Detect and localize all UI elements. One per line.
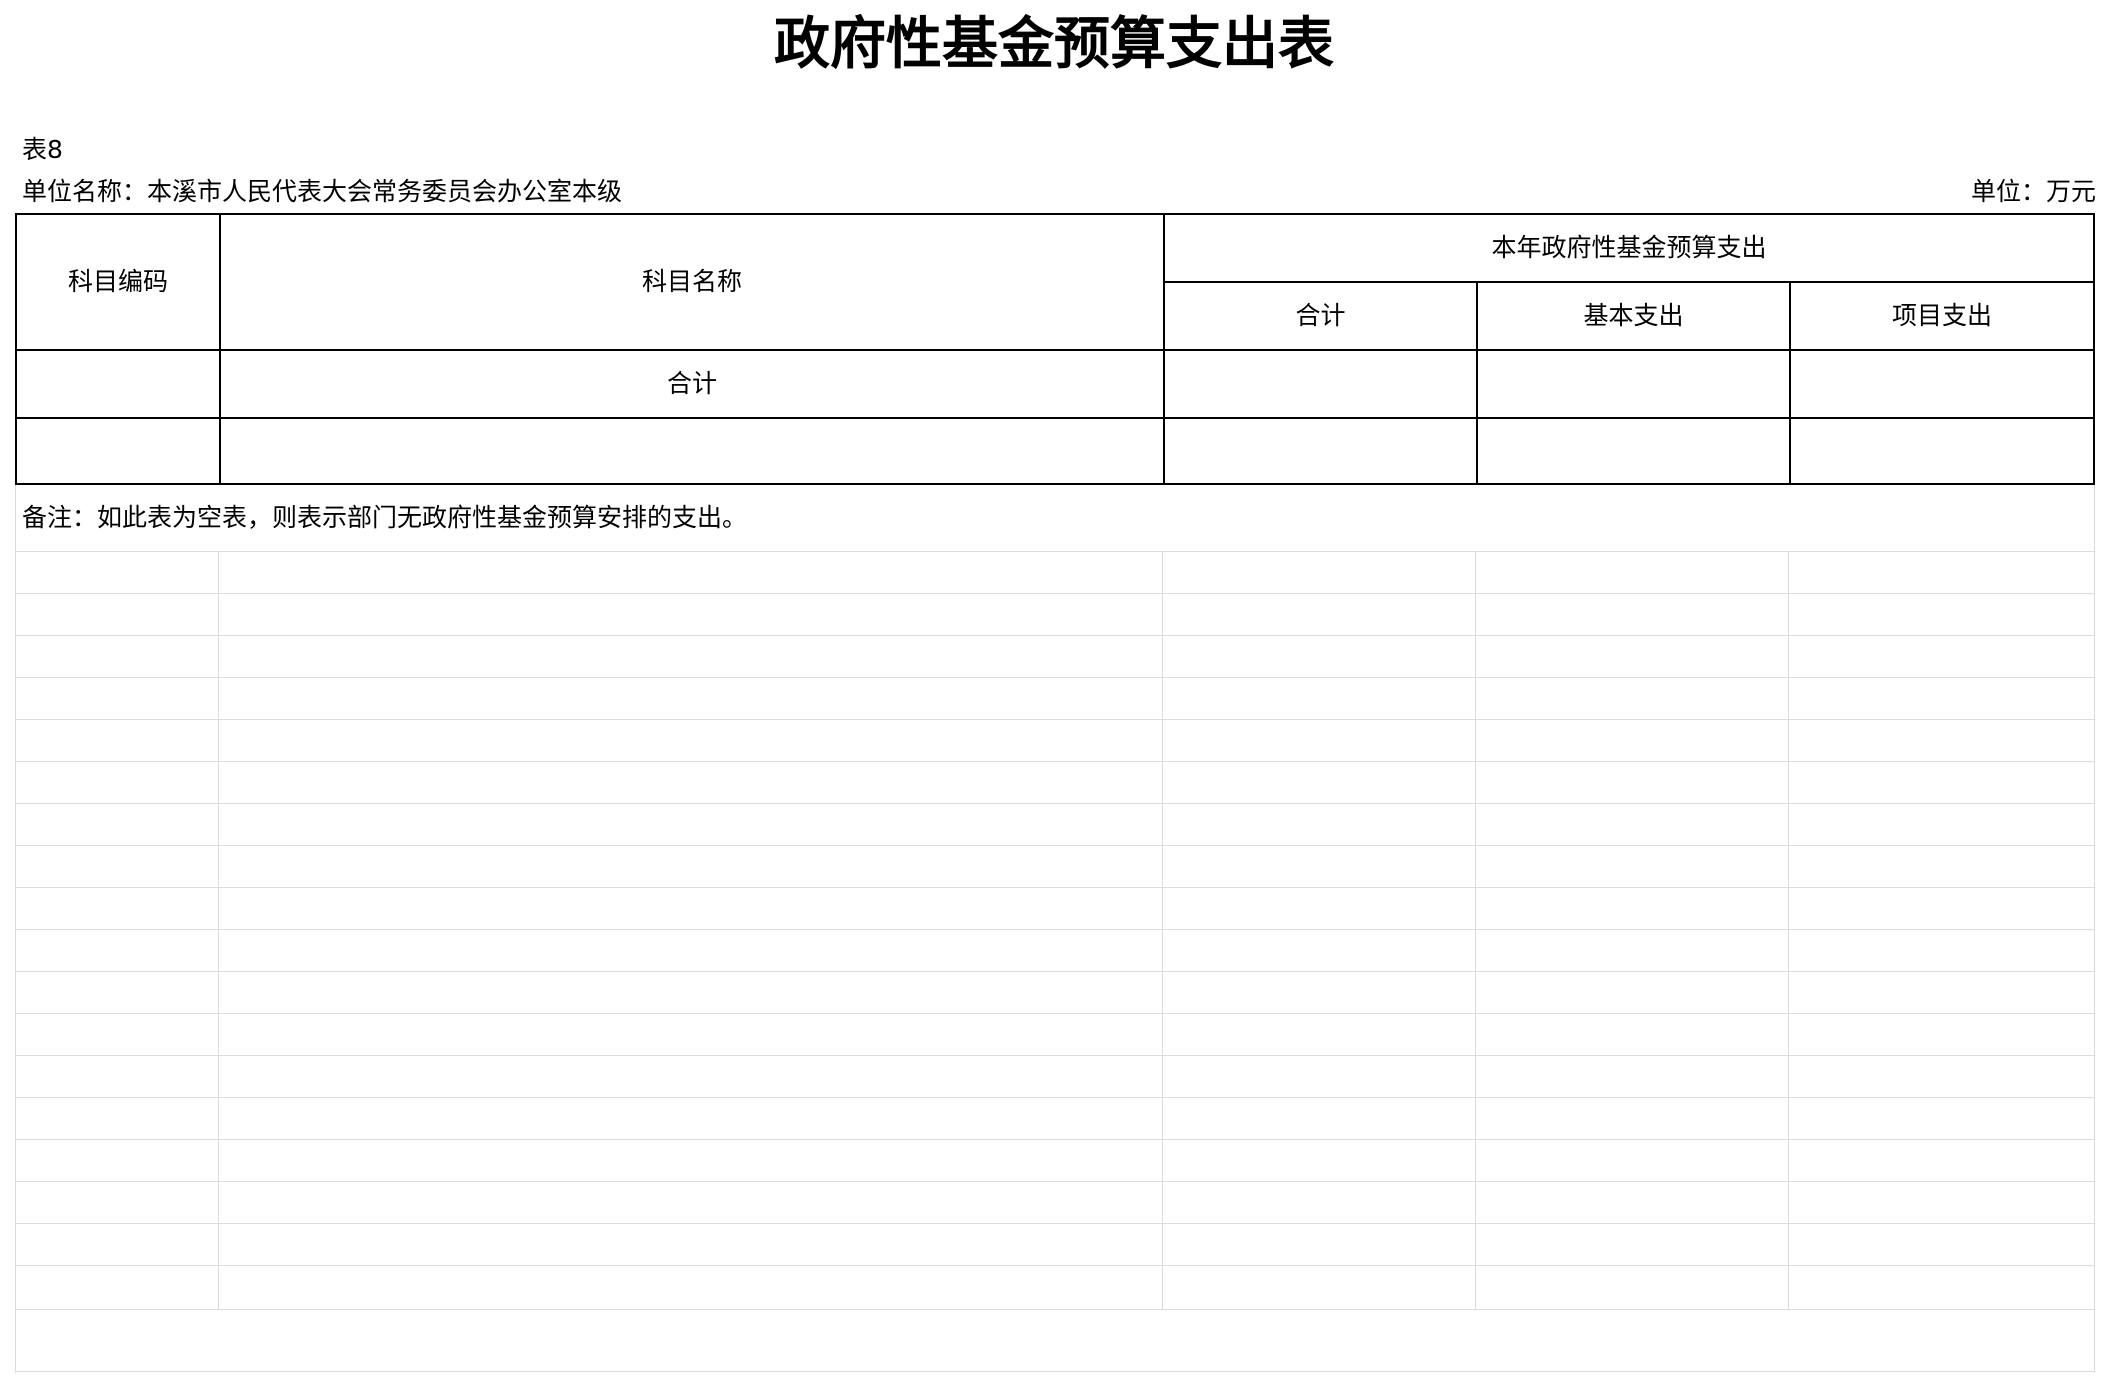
header-project-expenditure: 项目支出 [1891,301,1992,330]
header-subject-name: 科目名称 [641,267,742,296]
row-2-name [221,419,1163,483]
currency-unit-label: 单位：万元 [1970,177,2096,206]
table-number: 表8 [22,135,63,164]
grid-row-line [15,1309,2095,1310]
document-title: 政府性基金预算支出表 [774,11,1334,77]
grid-column-line [1475,551,1476,1309]
grid-row-line [15,1139,2095,1140]
grid-row-line [15,635,2095,636]
row-1-project [1791,351,2093,417]
grid-row-line [15,1055,2095,1056]
row-2-project [1791,419,2093,483]
grid-column-line [1162,551,1163,1309]
grid-row-line [15,1013,2095,1014]
header-basic-expenditure: 基本支出 [1583,301,1684,330]
header-current-year-fund-expenditure: 本年政府性基金预算支出 [1491,233,1767,262]
row-1-name: 合计 [666,369,717,398]
grid-row-line [15,761,2095,762]
grid-row-line [15,677,2095,678]
empty-sheet-grid [15,485,2095,1373]
row-2-total [1165,419,1476,483]
row-2-code [17,419,219,483]
column-divider [1789,281,1791,483]
footnote-remark: 备注：如此表为空表，则表示部门无政府性基金预算安排的支出。 [22,503,748,532]
row-divider [17,349,2093,351]
grid-row-line [15,845,2095,846]
header-subject-code: 科目编码 [67,267,168,296]
grid-row-line [15,803,2095,804]
grid-row-line [15,1097,2095,1098]
grid-row-line [15,1265,2095,1266]
row-1-basic [1478,351,1789,417]
grid-row-line [15,719,2095,720]
row-1-code [17,351,219,417]
budget-table: 科目编码 科目名称 本年政府性基金预算支出 合计 基本支出 项目支出 合计 [15,213,2095,485]
row-2-basic [1478,419,1789,483]
grid-row-line [15,593,2095,594]
grid-row-line [15,971,2095,972]
row-divider [17,417,2093,419]
column-divider [1476,281,1478,483]
grid-row-line [15,1181,2095,1182]
grid-row-line [15,929,2095,930]
row-divider [1163,281,2093,283]
grid-column-line [1788,551,1789,1309]
header-total: 合计 [1295,301,1346,330]
grid-row-line [15,887,2095,888]
grid-column-line [218,551,219,1309]
grid-row-line [15,1223,2095,1224]
row-1-total [1165,351,1476,417]
grid-row-line [15,551,2095,552]
grid-row-line [15,1371,2095,1372]
unit-name-label: 单位名称：本溪市人民代表大会常务委员会办公室本级 [22,177,623,206]
